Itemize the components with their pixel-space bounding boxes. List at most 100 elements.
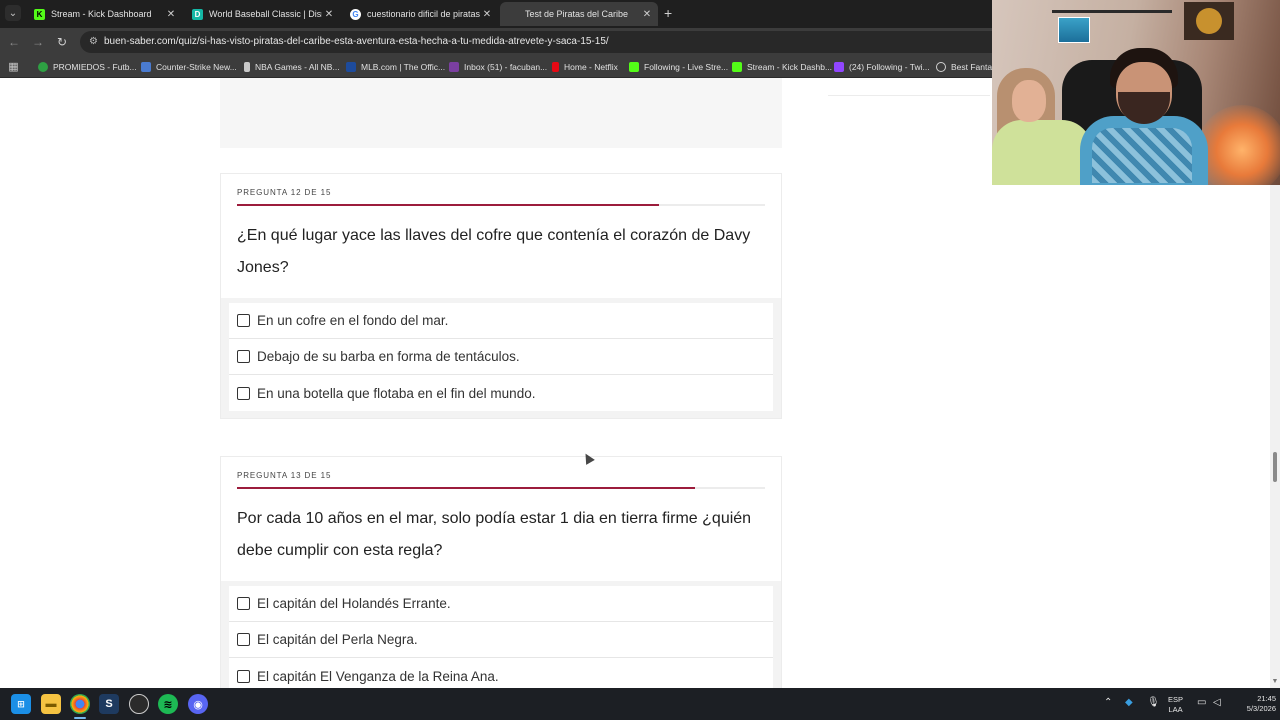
close-icon[interactable]: ✕ [480,9,494,20]
webcam-person [992,120,1092,185]
question-card: PREGUNTA 12 DE 15 ¿En qué lugar yace las… [220,173,782,419]
microphone-icon[interactable]: 🎙 [1147,697,1160,708]
checkbox[interactable] [237,669,250,683]
language-code: ESP [1168,695,1184,704]
chrome-icon[interactable] [70,694,90,714]
checkbox[interactable] [237,350,250,363]
forward-arrow-icon[interactable]: → [30,34,46,50]
bookmark-item[interactable]: (24) Following - Twi... [834,60,930,74]
webcam-poster [1058,17,1090,43]
bookmark-item[interactable]: PROMIEDOS - Futb... [38,60,137,74]
google-icon: G [350,8,361,20]
discord-icon[interactable]: ◉ [188,694,208,714]
keyboard-layout: LAA [1168,705,1183,714]
clock-date: 5/3/2026 [1246,704,1276,713]
bookmark-label: Following - Live Stre... [644,62,729,72]
webcam-shelf [1052,10,1172,13]
close-icon[interactable]: ✕ [640,9,654,20]
new-tab-plus-icon[interactable]: + [664,5,672,21]
tray-overflow-chevron-icon[interactable]: ⌃ [1104,697,1112,708]
twitch-icon [834,62,844,72]
browser-tab-active[interactable]: Test de Piratas del Caribe ✕ [500,2,658,26]
close-icon[interactable]: ✕ [322,9,336,20]
webcam-person [1012,80,1046,122]
bookmark-label: (24) Following - Twi... [849,62,930,72]
tab-search-icon[interactable]: ⌄ [5,5,21,21]
bookmark-label: Counter-Strike New... [156,62,237,72]
answer-options: En un cofre en el fondo del mar. Debajo … [221,298,781,418]
windows-start-icon[interactable]: ⊞ [11,694,31,714]
bookmark-label: NBA Games - All NB... [255,62,340,72]
tab-title: World Baseball Classic | Disney [209,9,322,19]
tab-title: Test de Piratas del Caribe [525,9,629,19]
sidebar-divider [828,95,990,96]
scrollbar-thumb[interactable] [1273,452,1277,482]
webcam-overlay [992,0,1280,185]
answer-option[interactable]: El capitán del Perla Negra. [229,622,773,658]
tab-title: cuestionario dificil de piratas d [367,9,480,19]
webcam-poster [1184,2,1234,40]
close-icon[interactable]: ✕ [164,9,178,20]
answer-label: El capitán del Perla Negra. [257,632,418,647]
bookmark-label: Inbox (51) - facuban... [464,62,548,72]
progress-fill [237,487,695,489]
kick-icon: K [34,8,45,20]
obs-icon[interactable] [129,694,149,714]
answer-option[interactable]: Debajo de su barba en forma de tentáculo… [229,339,773,375]
checkbox[interactable] [237,633,250,646]
promiedos-icon [38,62,48,72]
webcam-lamp-glow [1197,105,1280,185]
language-indicator[interactable]: ESP LAA [1168,695,1183,715]
reload-icon[interactable]: ↻ [54,34,70,50]
browser-tab[interactable]: K Stream - Kick Dashboard ✕ [26,2,182,26]
scroll-down-icon[interactable]: ▼ [1271,678,1279,685]
answer-label: Debajo de su barba en forma de tentáculo… [257,349,520,364]
steam-icon[interactable]: S [99,694,119,714]
bookmark-item[interactable]: Following - Live Stre... [629,60,728,74]
checkbox[interactable] [237,386,250,400]
bookmark-label: Stream - Kick Dashb... [747,62,833,72]
checkbox[interactable] [237,314,250,327]
bookmark-item[interactable]: Stream - Kick Dashb... [732,60,832,74]
mlb-icon [346,62,356,72]
bookmark-item[interactable]: Home - Netflix [552,60,618,74]
volume-icon[interactable]: ◁ [1213,697,1221,708]
answer-option[interactable]: En un cofre en el fondo del mar. [229,303,773,339]
apps-grid-icon[interactable]: ▦ [7,60,20,73]
bookmark-label: Home - Netflix [564,62,618,72]
answer-label: En una botella que flotaba en el fin del… [257,385,536,401]
checkbox[interactable] [237,597,250,610]
spotify-icon[interactable]: ≋ [158,694,178,714]
answer-label: El capitán del Holandés Errante. [257,596,451,611]
ad-placeholder [220,78,782,148]
system-clock[interactable]: 21:45 5/3/2026 [1230,694,1276,714]
bookmark-item[interactable]: Inbox (51) - facuban... [449,60,547,74]
site-favicon-icon [508,9,519,20]
bookmark-item[interactable]: Best Fantas [936,60,996,74]
progress-fill [237,204,660,206]
kick-icon [629,62,639,72]
answer-option[interactable]: En una botella que flotaba en el fin del… [229,375,773,411]
tab-title: Stream - Kick Dashboard [51,9,152,19]
network-icon[interactable]: ▭ [1197,697,1206,708]
answer-option[interactable]: El capitán del Holandés Errante. [229,586,773,622]
bookmark-item[interactable]: MLB.com | The Offic... [346,60,445,74]
question-text: ¿En qué lugar yace las llaves del cofre … [237,227,751,276]
browser-tab[interactable]: D World Baseball Classic | Disney ✕ [184,2,340,26]
kick-icon [732,62,742,72]
bookmark-item[interactable]: Counter-Strike New... [141,60,237,74]
site-info-icon[interactable]: ⚙ [88,36,99,47]
question-card: PREGUNTA 13 DE 15 Por cada 10 años en el… [220,456,782,688]
bookmark-item[interactable]: NBA Games - All NB... [244,60,340,74]
file-explorer-icon[interactable]: ▬ [41,694,61,714]
progress-bar [237,204,765,206]
answer-option[interactable]: El capitán El Venganza de la Reina Ana. [229,658,773,688]
windows-taskbar: ⊞ ▬ S ≋ ◉ ⌃ ◆ 🎙 ESP LAA ▭ ◁ 21:45 5/3/20… [0,688,1280,720]
question-header: PREGUNTA 12 DE 15 ¿En qué lugar yace las… [221,188,781,298]
browser-tab[interactable]: G cuestionario dificil de piratas d ✕ [342,2,498,26]
back-arrow-icon[interactable]: ← [6,34,22,50]
url-text[interactable]: buen-saber.com/quiz/si-has-visto-piratas… [104,36,609,47]
question-header: PREGUNTA 13 DE 15 Por cada 10 años en el… [221,471,781,581]
tray-app-icon[interactable]: ◆ [1125,697,1133,708]
bookmark-label: Best Fantas [951,62,997,72]
